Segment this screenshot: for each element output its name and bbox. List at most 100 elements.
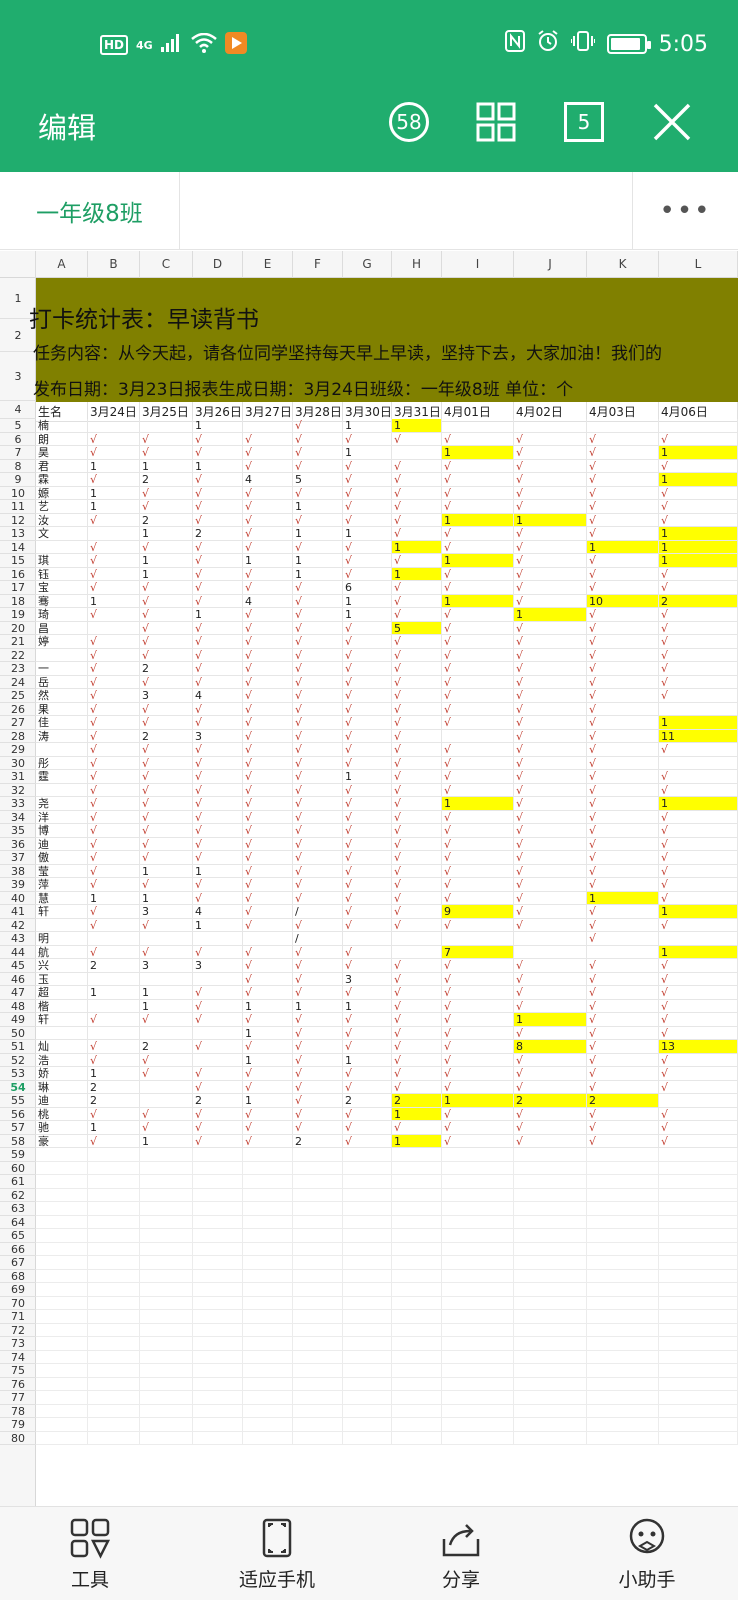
empty-cell[interactable] (442, 1296, 514, 1310)
cell[interactable]: √ (659, 1080, 738, 1094)
cell[interactable]: √ (514, 972, 587, 986)
empty-cell[interactable] (442, 1377, 514, 1391)
empty-cell[interactable] (442, 1175, 514, 1189)
cell[interactable]: √ (243, 459, 293, 473)
empty-cell[interactable] (88, 1364, 140, 1378)
empty-cell[interactable] (392, 1391, 442, 1405)
cell[interactable]: √ (442, 581, 514, 595)
cell[interactable]: √ (343, 540, 392, 554)
empty-cell[interactable] (659, 1215, 738, 1229)
empty-cell[interactable] (659, 1391, 738, 1405)
cell[interactable]: 1 (392, 567, 442, 581)
cell[interactable]: √ (293, 864, 343, 878)
cell[interactable]: 莹 (36, 864, 88, 878)
row-header-42[interactable]: 42 (0, 919, 36, 932)
empty-cell[interactable] (392, 1148, 442, 1162)
empty-cell[interactable] (442, 1364, 514, 1378)
cell[interactable]: √ (659, 608, 738, 622)
empty-cell[interactable] (140, 1364, 193, 1378)
empty-cell[interactable] (243, 1175, 293, 1189)
cell[interactable]: √ (442, 1121, 514, 1135)
cell[interactable]: 2 (659, 594, 738, 608)
cell[interactable]: √ (243, 500, 293, 514)
empty-cell[interactable] (293, 1323, 343, 1337)
cell[interactable]: √ (88, 1013, 140, 1027)
cell[interactable]: √ (514, 621, 587, 635)
cell[interactable]: 汝 (36, 513, 88, 527)
cell[interactable]: √ (343, 824, 392, 838)
empty-cell[interactable] (88, 1161, 140, 1175)
empty-cell[interactable] (442, 1350, 514, 1364)
empty-cell[interactable] (587, 1296, 659, 1310)
cell[interactable]: √ (293, 635, 343, 649)
empty-cell[interactable] (343, 1296, 392, 1310)
cell[interactable]: √ (140, 486, 193, 500)
cell[interactable]: √ (659, 500, 738, 514)
cell[interactable]: 1 (193, 459, 243, 473)
cell[interactable]: 1 (140, 999, 193, 1013)
empty-cell[interactable] (36, 1391, 88, 1405)
empty-cell[interactable] (587, 1215, 659, 1229)
empty-cell[interactable] (442, 1215, 514, 1229)
empty-cell[interactable] (193, 1229, 243, 1243)
cell[interactable]: √ (343, 1013, 392, 1027)
empty-cell[interactable] (514, 1296, 587, 1310)
empty-cell[interactable] (587, 1377, 659, 1391)
cell[interactable]: √ (343, 891, 392, 905)
cell[interactable]: √ (587, 648, 659, 662)
cell[interactable]: √ (293, 770, 343, 784)
cell[interactable]: √ (659, 743, 738, 757)
row-header-25[interactable]: 25 (0, 689, 36, 703)
cell[interactable]: 朗 (36, 432, 88, 446)
cell[interactable]: √ (514, 500, 587, 514)
cell[interactable]: √ (442, 662, 514, 676)
cell[interactable]: 1 (140, 527, 193, 541)
row-header-59[interactable]: 59 (0, 1148, 36, 1162)
cell[interactable]: √ (343, 986, 392, 1000)
cell[interactable]: √ (293, 810, 343, 824)
cell[interactable]: √ (293, 446, 343, 460)
cell[interactable]: 琳 (36, 1080, 88, 1094)
cell[interactable]: √ (243, 527, 293, 541)
empty-cell[interactable] (36, 1323, 88, 1337)
empty-cell[interactable] (514, 1215, 587, 1229)
empty-cell[interactable] (392, 1188, 442, 1202)
cell[interactable]: 2 (193, 1094, 243, 1108)
cell[interactable]: √ (442, 486, 514, 500)
empty-cell[interactable] (36, 1202, 88, 1216)
row-header-12[interactable]: 12 (0, 514, 36, 527)
cell[interactable]: √ (659, 1134, 738, 1148)
share-button[interactable]: 分享 (401, 1507, 521, 1600)
empty-cell[interactable] (514, 1337, 587, 1351)
cell[interactable]: √ (392, 1080, 442, 1094)
cell[interactable]: √ (140, 837, 193, 851)
column-header-d[interactable]: D (193, 251, 243, 278)
empty-cell[interactable] (193, 1404, 243, 1418)
row-header-29[interactable]: 29 (0, 743, 36, 757)
cell[interactable]: √ (392, 756, 442, 770)
empty-cell[interactable] (140, 1175, 193, 1189)
cell[interactable]: √ (659, 689, 738, 703)
cell[interactable]: √ (659, 567, 738, 581)
cell[interactable]: √ (587, 513, 659, 527)
row-header-58[interactable]: 58 (0, 1135, 36, 1148)
empty-cell[interactable] (442, 1337, 514, 1351)
empty-cell[interactable] (293, 1269, 343, 1283)
cell[interactable]: √ (343, 905, 392, 919)
empty-cell[interactable] (343, 1323, 392, 1337)
cell[interactable]: 1 (243, 554, 293, 568)
empty-cell[interactable] (36, 1350, 88, 1364)
cell[interactable]: √ (193, 891, 243, 905)
cell[interactable]: 2 (392, 1094, 442, 1108)
cell[interactable] (442, 419, 514, 433)
cell[interactable] (514, 945, 587, 959)
cell[interactable] (392, 932, 442, 946)
empty-cell[interactable] (193, 1350, 243, 1364)
empty-cell[interactable] (514, 1391, 587, 1405)
cell[interactable]: 4 (243, 594, 293, 608)
cell[interactable]: √ (514, 432, 587, 446)
empty-cell[interactable] (193, 1377, 243, 1391)
cell[interactable]: 4 (243, 473, 293, 487)
row-header-5[interactable]: 5 (0, 419, 36, 433)
cell[interactable]: √ (88, 945, 140, 959)
